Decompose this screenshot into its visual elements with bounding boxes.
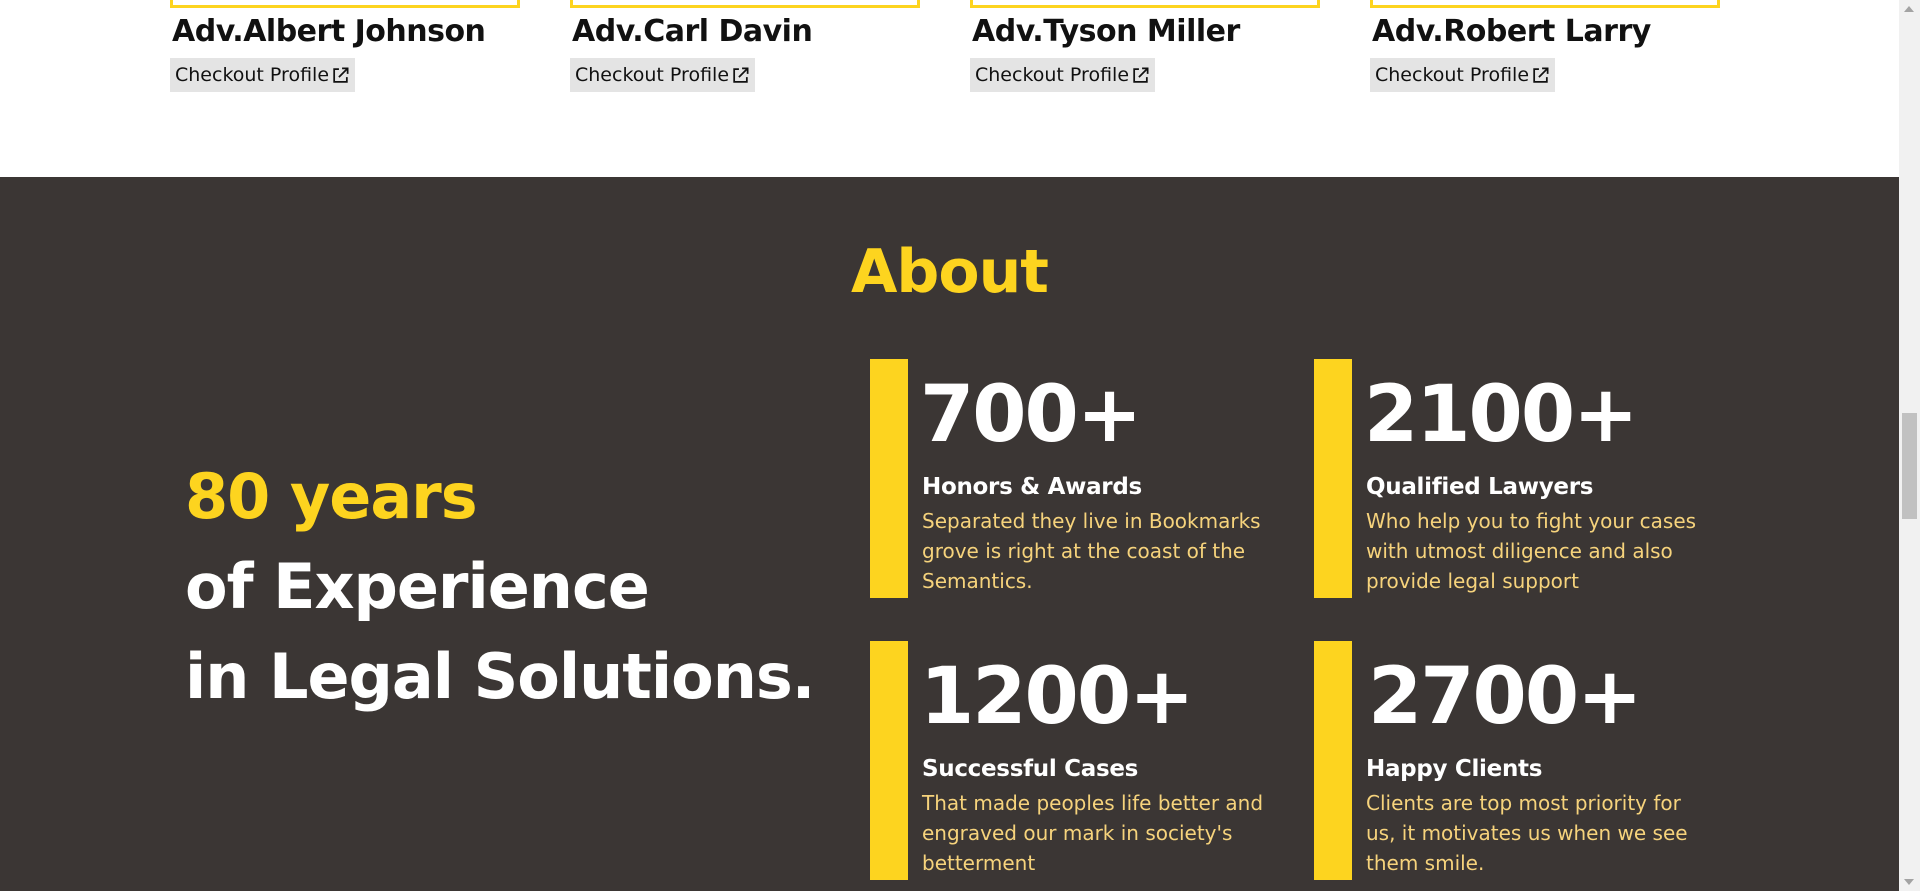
member-photo-frame [570, 0, 920, 8]
scroll-up-arrow-icon[interactable] [1904, 6, 1914, 12]
stat-description: Who help you to fight your cases with ut… [1366, 509, 1697, 593]
stat-number: 2700+ [1368, 652, 1642, 742]
external-link-icon [333, 67, 349, 83]
stat-label: Successful Cases [922, 756, 1139, 782]
stat-card-lawyers: 2100+ Qualified Lawyers Who help you to … [1314, 359, 1734, 598]
stat-number: 1200+ [920, 652, 1194, 742]
experience-heading: 80 years of Experience in Legal Solution… [185, 452, 815, 722]
checkout-profile-label: Checkout Profile [975, 64, 1130, 86]
member-photo-frame [170, 0, 520, 8]
experience-line: of Experience [185, 550, 650, 623]
about-title: About [850, 237, 1049, 307]
stat-label: Qualified Lawyers [1366, 474, 1594, 500]
checkout-profile-label: Checkout Profile [175, 64, 330, 86]
stat-card-honors: 700+ Honors & Awards Separated they live… [870, 359, 1290, 598]
member-photo-frame [970, 0, 1320, 8]
scrollbar-thumb[interactable] [1902, 413, 1917, 519]
checkout-profile-label: Checkout Profile [1375, 64, 1530, 86]
stat-card-cases: 1200+ Successful Cases That made peoples… [870, 641, 1290, 880]
page-scrollbar[interactable] [1899, 0, 1920, 891]
checkout-profile-button[interactable]: Checkout Profile [170, 58, 356, 92]
stat-number: 2100+ [1364, 370, 1638, 460]
stat-accent-bar [1314, 359, 1352, 598]
scroll-down-arrow-icon[interactable] [1904, 879, 1914, 885]
external-link-icon [1533, 67, 1549, 83]
member-name: Adv.Carl Davin [572, 14, 813, 49]
experience-years: 80 years [185, 460, 478, 533]
stat-card-clients: 2700+ Happy Clients Clients are top most… [1314, 641, 1734, 880]
member-photo-frame [1370, 0, 1720, 8]
stat-accent-bar [870, 641, 908, 880]
checkout-profile-label: Checkout Profile [575, 64, 730, 86]
stat-description: Separated they live in Bookmarks grove i… [922, 509, 1261, 593]
member-name: Adv.Robert Larry [1372, 14, 1651, 49]
stat-label: Happy Clients [1366, 756, 1543, 782]
stat-description: That made peoples life better and engrav… [922, 791, 1264, 875]
stat-accent-bar [870, 359, 908, 598]
team-section: Adv.Albert Johnson Checkout Profile Adv.… [0, 0, 1899, 177]
external-link-icon [733, 67, 749, 83]
stat-number: 700+ [920, 370, 1142, 460]
about-section: About 80 years of Experience in Legal So… [0, 177, 1899, 891]
external-link-icon [1133, 67, 1149, 83]
stat-label: Honors & Awards [922, 474, 1142, 500]
member-name: Adv.Albert Johnson [172, 14, 486, 49]
checkout-profile-button[interactable]: Checkout Profile [970, 58, 1156, 92]
stat-description: Clients are top most priority for us, it… [1366, 791, 1688, 875]
checkout-profile-button[interactable]: Checkout Profile [1370, 58, 1556, 92]
experience-line: in Legal Solutions. [185, 640, 815, 713]
checkout-profile-button[interactable]: Checkout Profile [570, 58, 756, 92]
page: Adv.Albert Johnson Checkout Profile Adv.… [0, 0, 1899, 891]
stat-accent-bar [1314, 641, 1352, 880]
member-name: Adv.Tyson Miller [972, 14, 1240, 49]
